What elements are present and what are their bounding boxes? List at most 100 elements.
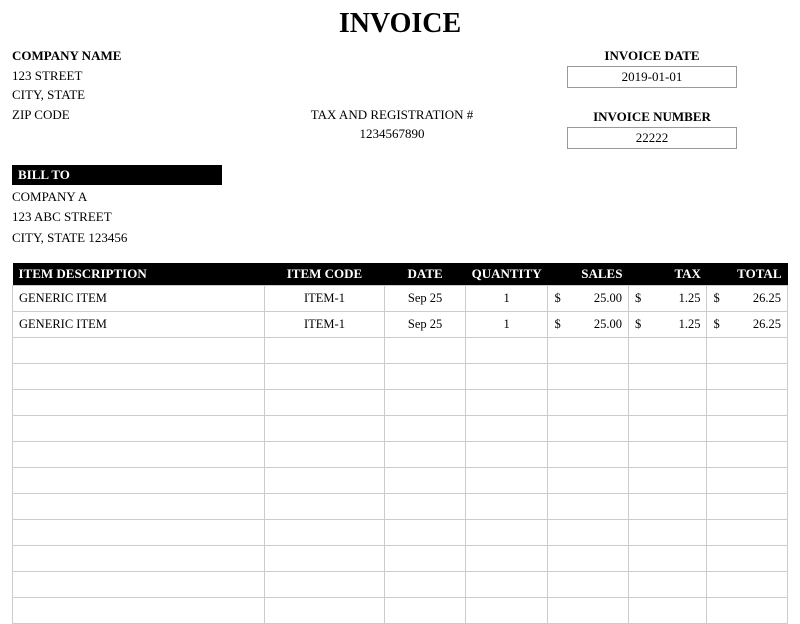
empty-cell — [707, 363, 788, 389]
empty-cell — [264, 441, 385, 467]
cell-date: Sep 25 — [385, 311, 466, 337]
invoice-number-field[interactable]: 22222 — [567, 127, 737, 149]
empty-cell — [385, 441, 466, 467]
bill-to-body: COMPANY A 123 ABC STREET CITY, STATE 123… — [12, 187, 788, 249]
empty-cell — [548, 467, 629, 493]
empty-cell — [264, 467, 385, 493]
empty-cell — [548, 441, 629, 467]
company-street: 123 STREET — [12, 66, 262, 86]
empty-cell — [628, 519, 706, 545]
empty-cell — [628, 571, 706, 597]
empty-cell — [385, 519, 466, 545]
empty-cell — [13, 467, 265, 493]
empty-cell — [628, 415, 706, 441]
empty-cell — [465, 415, 548, 441]
empty-cell — [707, 441, 788, 467]
empty-cell — [465, 545, 548, 571]
cell-tax: $1.25 — [628, 285, 706, 311]
cell-sales: $25.00 — [548, 311, 629, 337]
empty-cell — [465, 389, 548, 415]
table-row-empty — [13, 441, 788, 467]
empty-cell — [548, 337, 629, 363]
empty-cell — [548, 571, 629, 597]
empty-cell — [13, 597, 265, 623]
items-header-row: ITEM DESCRIPTION ITEM CODE DATE QUANTITY… — [13, 263, 788, 286]
tax-reg-block: TAX AND REGISTRATION # 1234567890 — [262, 46, 522, 149]
empty-cell — [707, 337, 788, 363]
invoice-number-label: INVOICE NUMBER — [522, 107, 782, 127]
table-row-empty — [13, 571, 788, 597]
empty-cell — [628, 389, 706, 415]
empty-cell — [707, 571, 788, 597]
empty-cell — [13, 519, 265, 545]
cell-qty: 1 — [465, 311, 548, 337]
table-row-empty — [13, 415, 788, 441]
th-code: ITEM CODE — [264, 263, 385, 286]
table-row-empty — [13, 389, 788, 415]
th-total: TOTAL — [707, 263, 788, 286]
empty-cell — [264, 493, 385, 519]
empty-cell — [264, 545, 385, 571]
empty-cell — [385, 545, 466, 571]
empty-cell — [385, 493, 466, 519]
empty-cell — [465, 337, 548, 363]
cell-code: ITEM-1 — [264, 285, 385, 311]
company-zip: ZIP CODE — [12, 105, 262, 125]
empty-cell — [628, 337, 706, 363]
invoice-meta-block: INVOICE DATE 2019-01-01 INVOICE NUMBER 2… — [522, 46, 782, 149]
empty-cell — [13, 571, 265, 597]
cell-sales: $25.00 — [548, 285, 629, 311]
table-row: GENERIC ITEMITEM-1Sep 251$25.00$1.25$26.… — [13, 311, 788, 337]
table-row-empty — [13, 493, 788, 519]
invoice-date-label: INVOICE DATE — [522, 46, 782, 66]
empty-cell — [465, 441, 548, 467]
empty-cell — [264, 389, 385, 415]
th-date: DATE — [385, 263, 466, 286]
empty-cell — [385, 337, 466, 363]
cell-qty: 1 — [465, 285, 548, 311]
empty-cell — [707, 389, 788, 415]
empty-cell — [13, 337, 265, 363]
invoice-date-field[interactable]: 2019-01-01 — [567, 66, 737, 88]
cell-total: $26.25 — [707, 285, 788, 311]
empty-cell — [548, 415, 629, 441]
th-desc: ITEM DESCRIPTION — [13, 263, 265, 286]
empty-cell — [385, 363, 466, 389]
tax-reg-label: TAX AND REGISTRATION # — [262, 105, 522, 125]
empty-cell — [465, 467, 548, 493]
empty-cell — [628, 597, 706, 623]
empty-cell — [264, 571, 385, 597]
empty-cell — [548, 389, 629, 415]
empty-cell — [13, 441, 265, 467]
empty-cell — [264, 597, 385, 623]
empty-cell — [707, 519, 788, 545]
empty-cell — [385, 389, 466, 415]
empty-cell — [707, 545, 788, 571]
empty-cell — [465, 363, 548, 389]
th-tax: TAX — [628, 263, 706, 286]
cell-desc: GENERIC ITEM — [13, 285, 265, 311]
tax-reg-value: 1234567890 — [262, 124, 522, 144]
company-city-state: CITY, STATE — [12, 85, 262, 105]
th-sales: SALES — [548, 263, 629, 286]
empty-cell — [385, 571, 466, 597]
empty-cell — [264, 337, 385, 363]
table-row-empty — [13, 545, 788, 571]
cell-code: ITEM-1 — [264, 311, 385, 337]
table-row: GENERIC ITEMITEM-1Sep 251$25.00$1.25$26.… — [13, 285, 788, 311]
empty-cell — [707, 467, 788, 493]
table-row-empty — [13, 519, 788, 545]
empty-cell — [548, 363, 629, 389]
cell-tax: $1.25 — [628, 311, 706, 337]
table-row-empty — [13, 337, 788, 363]
empty-cell — [465, 597, 548, 623]
bill-to-name: COMPANY A — [12, 187, 788, 208]
empty-cell — [548, 545, 629, 571]
company-name: COMPANY NAME — [12, 46, 262, 66]
company-block: COMPANY NAME 123 STREET CITY, STATE ZIP … — [12, 46, 262, 149]
empty-cell — [548, 493, 629, 519]
th-qty: QUANTITY — [465, 263, 548, 286]
empty-cell — [13, 493, 265, 519]
empty-cell — [628, 493, 706, 519]
bill-to-street: 123 ABC STREET — [12, 207, 788, 228]
